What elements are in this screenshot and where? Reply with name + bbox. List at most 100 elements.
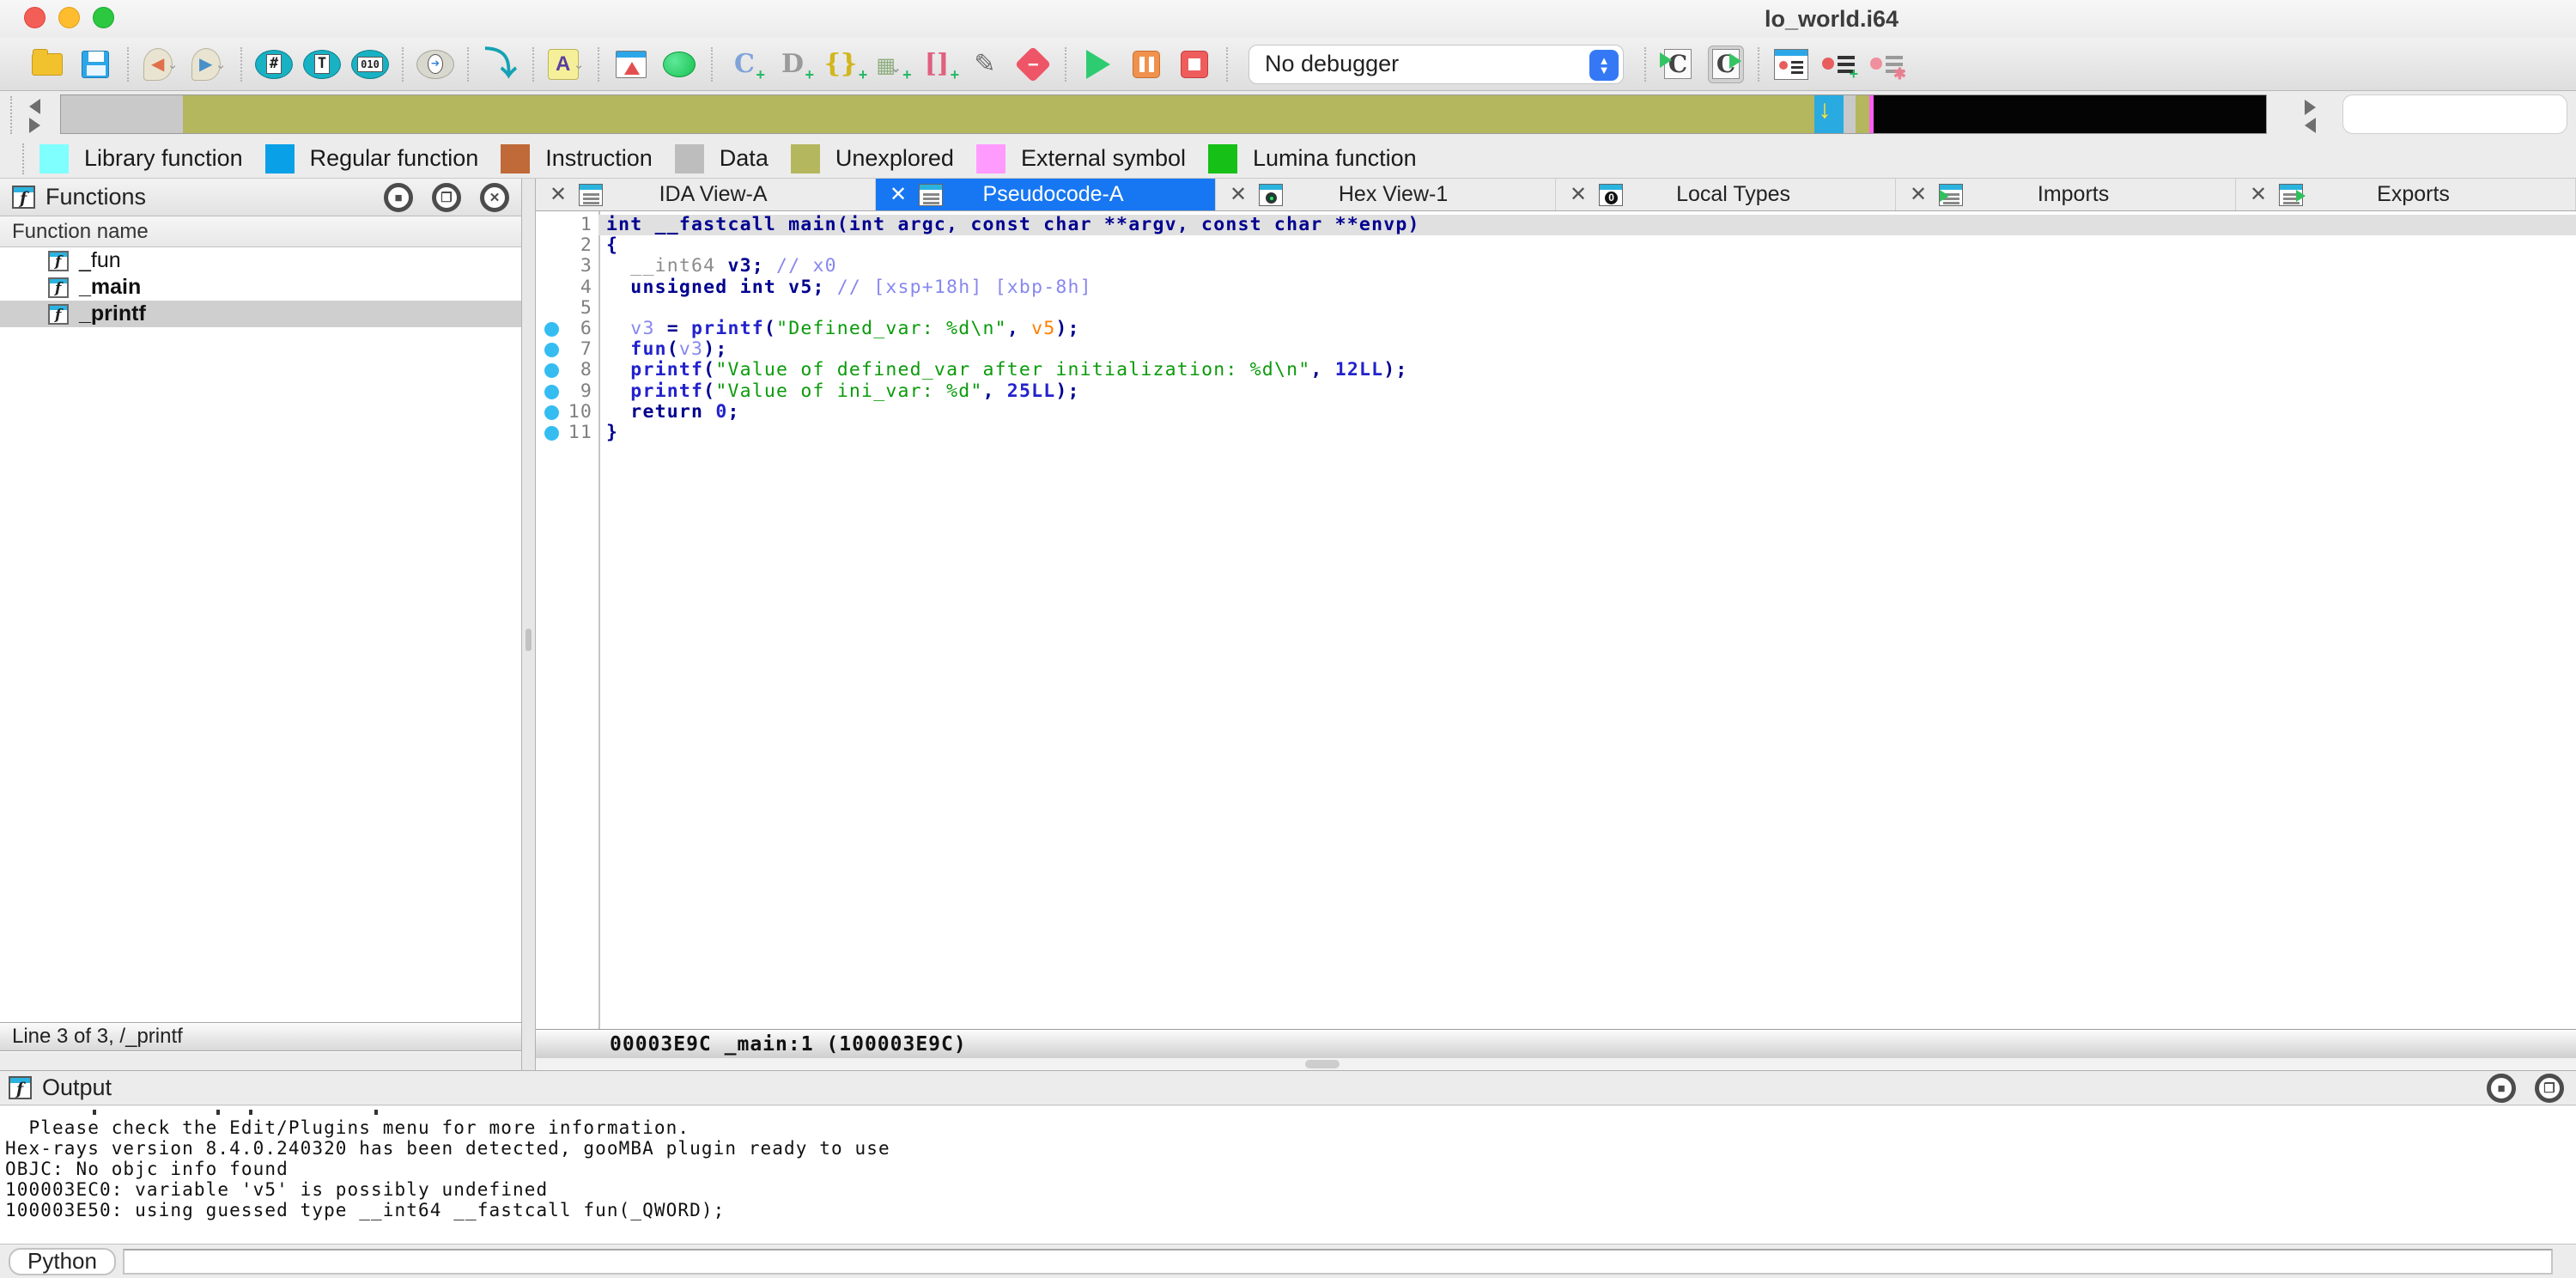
quick-compile-icon[interactable]: C <box>1706 45 1746 84</box>
code-line[interactable]: 1int __fastcall main(int argc, const cha… <box>536 215 2576 235</box>
float-panel-button[interactable]: ❐ <box>432 183 461 212</box>
rename-icon[interactable]: A⌄ <box>546 45 586 84</box>
jump-address-icon[interactable]: ➔ <box>416 45 455 84</box>
desktop-delete-icon[interactable]: ✱ <box>1868 45 1907 84</box>
add-d-type-icon[interactable]: D+ <box>773 45 812 84</box>
close-tab-icon[interactable]: ✕ <box>1230 182 1247 207</box>
tab-exports[interactable]: ✕Exports <box>2236 179 2576 210</box>
tab-hex-view-1[interactable]: ✕Hex View-1 <box>1216 179 1556 210</box>
close-tab-icon[interactable]: ✕ <box>550 182 567 207</box>
close-tab-icon[interactable]: ✕ <box>1910 182 1927 207</box>
code-token: v5 <box>1031 318 1055 339</box>
pseudocode-view[interactable]: 1int __fastcall main(int argc, const cha… <box>536 211 2576 1029</box>
chevron-down-icon[interactable]: ⌄ <box>167 57 179 72</box>
tab-pseudocode-a[interactable]: ✕Pseudocode-A <box>876 179 1216 210</box>
close-tab-icon[interactable]: ✕ <box>1570 182 1587 207</box>
navband-drag-handle[interactable] <box>10 96 12 134</box>
python-cli-selector-button[interactable]: Python <box>9 1248 116 1275</box>
function-list-item[interactable]: _fun <box>0 247 521 274</box>
pseudocode-horizontal-scrollbar[interactable] <box>536 1058 2576 1070</box>
code-text: fun(v3); <box>606 339 727 360</box>
save-file-icon[interactable] <box>76 45 115 84</box>
python-cli-input[interactable] <box>123 1249 2553 1275</box>
navband-segment[interactable] <box>61 95 183 133</box>
panel-splitter[interactable] <box>522 179 536 1070</box>
splitter-grip[interactable] <box>526 629 532 651</box>
edit-type-icon[interactable]: ✎ <box>965 45 1005 84</box>
debugger-select-dropdown[interactable]: No debugger▲▼ <box>1249 45 1624 84</box>
navband-left-arrow-icon[interactable] <box>2305 118 2316 133</box>
code-line[interactable]: 7 fun(v3); <box>536 339 2576 360</box>
chevron-down-icon[interactable]: ⌄ <box>216 57 227 72</box>
demangle-window-icon[interactable] <box>611 45 651 84</box>
zoom-window-button[interactable] <box>93 7 114 28</box>
start-process-icon[interactable] <box>1078 45 1118 84</box>
navband-scroll-left-arrows[interactable] <box>26 96 48 134</box>
navband-right-arrow-icon[interactable] <box>2305 100 2316 115</box>
navband-segment[interactable] <box>1844 95 1856 133</box>
function-name-column-header[interactable]: Function name <box>0 216 521 247</box>
dropdown-stepper-icon[interactable]: ▲▼ <box>1589 50 1619 81</box>
binary-format-icon[interactable]: 010 <box>350 45 390 84</box>
code-text: { <box>606 235 618 256</box>
minimize-window-button[interactable] <box>58 7 80 28</box>
pause-process-icon[interactable] <box>1127 45 1166 84</box>
navband-left-arrow-icon[interactable] <box>29 99 40 114</box>
navband-segment[interactable] <box>183 95 1815 133</box>
legend-drag-handle[interactable] <box>22 143 24 174</box>
code-line[interactable]: 3 __int64 v3; // x0 <box>536 256 2576 277</box>
dock-panel-button[interactable]: ■ <box>384 183 413 212</box>
code-token <box>606 338 630 360</box>
function-list-item[interactable]: _printf <box>0 301 521 327</box>
code-line[interactable]: 8 printf("Value of defined_var after ini… <box>536 360 2576 380</box>
close-tab-icon[interactable]: ✕ <box>2250 182 2267 207</box>
navband-segment[interactable] <box>1874 95 2266 133</box>
line-number: 10 <box>555 402 592 423</box>
code-line[interactable]: 5 <box>536 298 2576 319</box>
number-format-icon[interactable]: # <box>254 45 294 84</box>
close-tab-icon[interactable]: ✕ <box>890 182 907 207</box>
code-line[interactable]: 2{ <box>536 235 2576 256</box>
add-c-type-icon[interactable]: C+ <box>725 45 764 84</box>
functions-panel-header[interactable]: Functions ■ ❐ ✕ <box>0 179 521 216</box>
stop-process-icon[interactable] <box>1175 45 1214 84</box>
navigate-forward-icon[interactable]: ▶⌄ <box>189 45 228 84</box>
scrollbar-thumb[interactable] <box>1305 1060 1340 1068</box>
close-panel-button[interactable]: ✕ <box>480 183 509 212</box>
desktop-layout-icon[interactable] <box>1771 45 1811 84</box>
navband-segment[interactable] <box>1856 95 1869 133</box>
lumina-function-icon[interactable] <box>659 45 699 84</box>
navband-search-box[interactable] <box>2342 94 2567 134</box>
add-array-type-icon[interactable]: []+ <box>917 45 957 84</box>
function-list-item[interactable]: _main <box>0 274 521 301</box>
dock-output-button[interactable]: ■ <box>2487 1074 2516 1103</box>
tab-imports[interactable]: ✕Imports <box>1896 179 2236 210</box>
code-line[interactable]: 6 v3 = printf("Defined_var: %d\n", v5); <box>536 319 2576 339</box>
open-file-icon[interactable] <box>27 45 67 84</box>
delete-type-icon[interactable]: − <box>1013 45 1053 84</box>
tab-ida-view-a[interactable]: ✕IDA View-A <box>536 179 876 210</box>
code-line[interactable]: 9 printf("Value of ini_var: %d", 25LL); <box>536 381 2576 402</box>
desktop-add-icon[interactable]: + <box>1820 45 1859 84</box>
add-struct-type-icon[interactable]: ▦+⌄ <box>869 45 908 84</box>
navband-right-arrow-icon[interactable] <box>29 118 40 133</box>
navband-scroll-right-arrows[interactable] <box>2301 96 2324 134</box>
produce-c-file-icon[interactable]: C <box>1658 45 1698 84</box>
navigation-band[interactable]: ↓ <box>60 94 2267 134</box>
functions-window-icon <box>12 186 35 209</box>
output-log[interactable]: Please check the Edit/Plugins menu for m… <box>0 1106 2576 1245</box>
navband-segment[interactable]: ↓ <box>1814 95 1844 133</box>
float-output-button[interactable]: ❐ <box>2535 1074 2564 1103</box>
output-panel-header[interactable]: Output ■ ❐ <box>0 1071 2576 1105</box>
close-window-button[interactable] <box>24 7 46 28</box>
code-line[interactable]: 4 unsigned int v5; // [xsp+18h] [xbp-8h] <box>536 277 2576 298</box>
add-enum-type-icon[interactable]: {}+ <box>821 45 860 84</box>
chevron-down-icon[interactable]: ⌄ <box>574 57 585 72</box>
jump-next-icon[interactable]: ⤵ <box>481 45 520 84</box>
navigate-back-icon[interactable]: ◀⌄ <box>141 45 180 84</box>
code-line[interactable]: 11} <box>536 423 2576 443</box>
tab-local-types[interactable]: ✕0Local Types <box>1556 179 1896 210</box>
code-line[interactable]: 10 return 0; <box>536 402 2576 423</box>
code-token: "Value of ini_var: %d" <box>715 380 982 402</box>
text-format-icon[interactable]: T <box>302 45 342 84</box>
